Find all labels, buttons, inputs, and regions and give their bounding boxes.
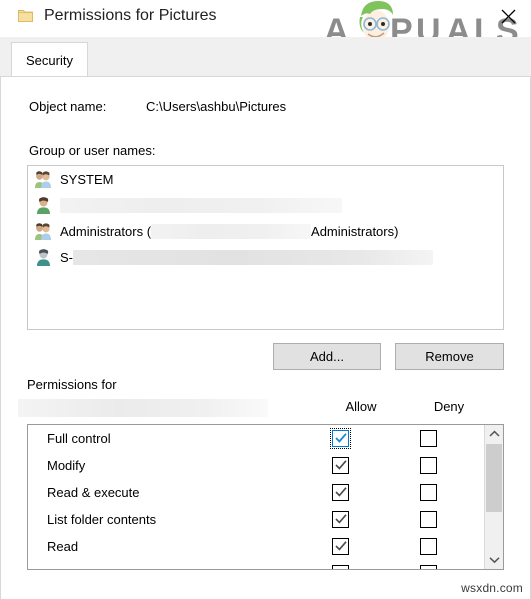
site-watermark: wsxdn.com bbox=[461, 581, 523, 595]
group-users-icon bbox=[34, 170, 53, 189]
allow-checkbox[interactable] bbox=[332, 484, 349, 501]
object-name-value: C:\Users\ashbu\Pictures bbox=[146, 99, 287, 114]
title-bar: Permissions for Pictures A P U A L S bbox=[0, 0, 531, 52]
page-title: Permissions for Pictures bbox=[44, 7, 217, 24]
permission-name: Full control bbox=[47, 431, 111, 446]
scrollbar-thumb[interactable] bbox=[486, 444, 502, 512]
list-item-redacted-name bbox=[73, 249, 433, 265]
checkmark-icon bbox=[335, 514, 347, 524]
table-row[interactable]: List folder contents bbox=[28, 506, 503, 533]
object-name-label: Object name: bbox=[29, 99, 107, 114]
permissions-table[interactable]: Full control Modify Read & execute List … bbox=[27, 424, 504, 570]
deny-checkbox[interactable] bbox=[420, 484, 437, 501]
table-row[interactable]: Read bbox=[28, 533, 503, 560]
list-item-label-suffix: Administrators) bbox=[311, 223, 399, 239]
checkmark-icon bbox=[335, 541, 347, 551]
tab-strip: Security bbox=[0, 37, 531, 77]
chevron-up-icon bbox=[488, 430, 500, 437]
allow-checkbox[interactable] bbox=[332, 538, 349, 555]
allow-checkbox[interactable] bbox=[332, 565, 349, 569]
table-row[interactable]: Modify bbox=[28, 452, 503, 479]
folder-icon bbox=[18, 9, 33, 23]
deny-checkbox[interactable] bbox=[420, 538, 437, 555]
single-user-icon bbox=[34, 196, 53, 215]
list-item-label: SYSTEM bbox=[60, 171, 114, 187]
permissions-principal-redacted bbox=[18, 399, 268, 417]
column-header-deny: Deny bbox=[433, 399, 465, 414]
allow-checkbox[interactable] bbox=[330, 428, 351, 449]
permission-name: Read & execute bbox=[47, 485, 140, 500]
list-item[interactable]: SYSTEM bbox=[28, 166, 503, 192]
remove-button-label: Remove bbox=[425, 349, 474, 364]
permissions-scrollbar[interactable] bbox=[484, 425, 503, 569]
checkmark-icon bbox=[335, 487, 347, 497]
tab-security[interactable]: Security bbox=[11, 42, 88, 77]
add-button[interactable]: Add... bbox=[273, 343, 381, 370]
deny-checkbox[interactable] bbox=[420, 457, 437, 474]
security-panel: Object name: C:\Users\ashbu\Pictures Gro… bbox=[0, 77, 531, 599]
deny-checkbox[interactable] bbox=[420, 430, 437, 447]
list-item-redacted-name bbox=[60, 197, 342, 213]
table-row[interactable]: Full control bbox=[28, 425, 503, 452]
table-row[interactable] bbox=[28, 560, 503, 569]
single-user-icon bbox=[34, 248, 53, 267]
remove-button[interactable]: Remove bbox=[395, 343, 504, 370]
list-item-label: Administrators ( bbox=[60, 223, 152, 239]
allow-checkbox[interactable] bbox=[332, 457, 349, 474]
close-button[interactable] bbox=[495, 4, 521, 28]
permission-name: Modify bbox=[47, 458, 86, 473]
group-user-list[interactable]: SYSTEM Administrators (Administrators) … bbox=[27, 165, 504, 330]
deny-checkbox[interactable] bbox=[420, 565, 437, 569]
group-or-user-names-label: Group or user names: bbox=[29, 143, 156, 158]
tab-security-label: Security bbox=[26, 52, 73, 68]
permission-name: Read bbox=[47, 539, 79, 554]
chevron-down-icon bbox=[488, 557, 500, 564]
deny-checkbox[interactable] bbox=[420, 511, 437, 528]
close-icon bbox=[501, 9, 515, 23]
list-item[interactable] bbox=[28, 192, 503, 218]
checkmark-icon bbox=[335, 460, 347, 470]
add-button-label: Add... bbox=[310, 349, 344, 364]
list-item-label: S- bbox=[60, 249, 73, 265]
list-item[interactable]: S- bbox=[28, 244, 503, 270]
checkmark-icon bbox=[335, 433, 347, 443]
scroll-down-button[interactable] bbox=[485, 551, 503, 569]
table-row[interactable]: Read & execute bbox=[28, 479, 503, 506]
group-users-icon bbox=[34, 222, 53, 241]
permission-name: List folder contents bbox=[47, 512, 157, 527]
list-item[interactable]: Administrators ( Administrators) bbox=[28, 218, 503, 244]
scroll-up-button[interactable] bbox=[485, 425, 503, 443]
list-item-redacted-name bbox=[151, 223, 312, 239]
permissions-for-label: Permissions for bbox=[27, 377, 117, 392]
allow-checkbox[interactable] bbox=[332, 511, 349, 528]
column-header-allow: Allow bbox=[345, 399, 377, 414]
